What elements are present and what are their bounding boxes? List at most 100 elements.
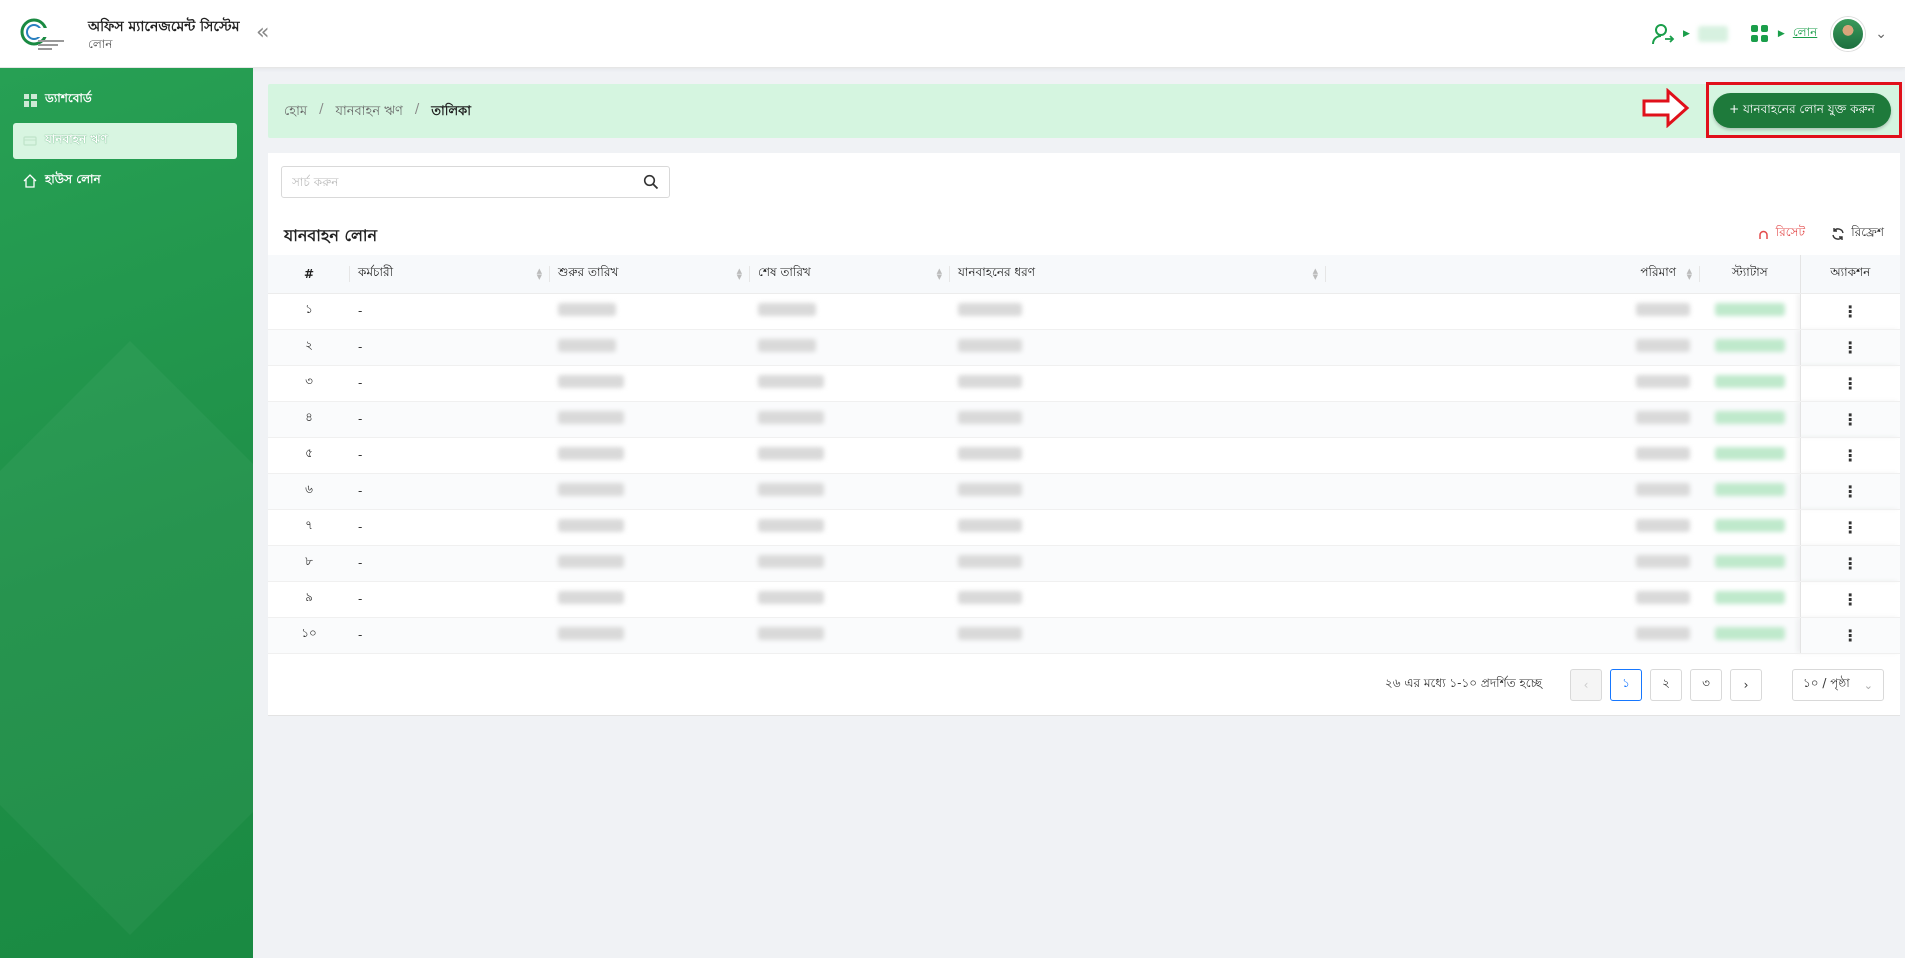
table-title: যানবাহন লোন [284,226,378,245]
row-index: ৭ [268,509,350,546]
row-amount-hidden [1326,581,1700,618]
row-employee: - [350,293,550,330]
next-page-button[interactable]: › [1730,669,1762,701]
column-header-label: পরিমাণ [1640,264,1676,279]
row-amount-hidden [1326,329,1700,366]
sidebar-item-label: ড্যাশবোর্ড [45,91,92,105]
pagination-summary: ২৬ এর মধ্যে ১-১০ প্রদর্শিত হচ্ছে [1384,676,1542,690]
sort-icon[interactable]: ▲ ▼ [937,268,942,281]
column-header-status: স্ট্যাটাস [1700,255,1800,294]
row-action: ⋮ [1799,329,1900,366]
row-index: ২ [268,329,350,366]
reset-icon [1758,230,1768,239]
annotation-arrow-icon [1642,88,1690,128]
caret-right-icon: ▶ [1777,29,1785,39]
row-action: ⋮ [1799,545,1900,582]
row-vehicle-type-hidden [950,581,1326,618]
row-end-date-hidden [750,617,950,654]
row-amount-hidden [1326,401,1700,438]
page-size-select[interactable]: ১০ / পৃষ্ঠা ⌄ [1792,669,1884,701]
row-end-date-hidden [750,545,950,582]
row-start-date-hidden [550,473,750,510]
sidebar-item-vehicle-loan[interactable]: যানবাহন ঋণ [13,123,237,159]
loan-module-link[interactable]: লোন [1793,24,1817,44]
more-actions-icon[interactable]: ⋮ [1842,554,1858,573]
chevron-down-icon[interactable]: ⌄ [1875,26,1887,42]
table-header-row: # কর্মচারী ▲ ▼ শুরুর তারিখ ▲ ▼ শেষ তারিখ ▲ ▼ য… [268,255,1900,294]
row-action: ⋮ [1799,293,1900,330]
app-subtitle: লোন [88,37,113,51]
more-actions-icon[interactable]: ⋮ [1842,338,1858,357]
logo [20,18,64,50]
row-status-hidden [1700,509,1800,546]
row-amount-hidden [1326,545,1700,582]
row-end-date-hidden [750,293,950,330]
column-header-label: কর্মচারী [358,264,394,279]
double-chevron-left-icon[interactable]: « [256,20,269,45]
sidebar: ড্যাশবোর্ড যানবাহন ঋণ হাউস লোন [0,68,253,958]
row-vehicle-type-hidden [950,401,1326,438]
refresh-button[interactable]: রিফ্রেশ [1831,224,1884,244]
more-actions-icon[interactable]: ⋮ [1842,626,1858,645]
sidebar-item-dashboard[interactable]: ড্যাশবোর্ড [13,82,237,118]
breadcrumb-home[interactable]: হোম [284,102,307,123]
sort-icon[interactable]: ▲ ▼ [1313,268,1318,281]
apps-grid-icon[interactable] [1750,24,1770,44]
column-header-end-date[interactable]: শেষ তারিখ ▲ ▼ [750,255,950,294]
row-amount-hidden [1326,437,1700,474]
column-header-vehicle-type[interactable]: যানবাহনের ধরণ ▲ ▼ [950,255,1326,294]
more-actions-icon[interactable]: ⋮ [1842,446,1858,465]
row-employee: - [350,365,550,402]
refresh-icon [1832,228,1844,240]
page-button-1[interactable]: ১ [1610,669,1642,701]
column-header-amount[interactable]: পরিমাণ ▲ ▼ [1326,255,1700,294]
row-vehicle-type-hidden [950,545,1326,582]
row-employee: - [350,473,550,510]
row-amount-hidden [1326,365,1700,402]
more-actions-icon[interactable]: ⋮ [1842,590,1858,609]
sidebar-item-label: হাউস লোন [45,172,101,186]
row-employee: - [350,329,550,366]
sort-icon[interactable]: ▲ ▼ [1687,268,1692,281]
add-vehicle-loan-button[interactable]: + যানবাহনের লোন যুক্ত করুন [1713,93,1891,128]
row-amount-hidden [1326,617,1700,654]
row-start-date-hidden [550,329,750,366]
column-header-employee[interactable]: কর্মচারী ▲ ▼ [350,255,550,294]
row-start-date-hidden [550,437,750,474]
row-end-date-hidden [750,365,950,402]
page-button-2[interactable]: ২ [1650,669,1682,701]
more-actions-icon[interactable]: ⋮ [1842,482,1858,501]
more-actions-icon[interactable]: ⋮ [1842,410,1858,429]
sort-icon[interactable]: ▲ ▼ [537,268,542,281]
user-switch-icon[interactable] [1651,22,1675,46]
reset-button[interactable]: রিসেট [1757,224,1805,244]
table-row: ১- ⋮ [268,293,1900,330]
more-actions-icon[interactable]: ⋮ [1842,302,1858,321]
more-actions-icon[interactable]: ⋮ [1842,374,1858,393]
breadcrumb: হোম / যানবাহন ঋণ / তালিকা [284,102,471,123]
table-row: ৪- ⋮ [268,401,1900,438]
sort-icon[interactable]: ▲ ▼ [737,268,742,281]
breadcrumb-vehicle-loan[interactable]: যানবাহন ঋণ [335,102,402,123]
dashboard-icon [23,93,37,107]
row-amount-hidden [1326,473,1700,510]
prev-page-button[interactable]: ‹ [1570,669,1602,701]
sidebar-item-house-loan[interactable]: হাউস লোন [13,163,237,199]
search-input[interactable] [282,167,622,197]
vehicle-loan-table: # কর্মচারী ▲ ▼ শুরুর তারিখ ▲ ▼ শেষ তারিখ ▲ ▼ য… [268,255,1900,654]
row-status-hidden [1700,293,1800,330]
row-index: ৩ [268,365,350,402]
row-start-date-hidden [550,365,750,402]
column-header-start-date[interactable]: শুরুর তারিখ ▲ ▼ [550,255,750,294]
column-header-label: শেষ তারিখ [758,264,811,279]
row-status-hidden [1700,545,1800,582]
avatar[interactable] [1831,17,1866,51]
more-actions-icon[interactable]: ⋮ [1842,518,1858,537]
search-icon[interactable] [643,174,659,190]
row-employee: - [350,581,550,618]
row-vehicle-type-hidden [950,365,1326,402]
column-header-label: শুরুর তারিখ [558,264,619,279]
table-row: ৫- ⋮ [268,437,1900,474]
row-employee: - [350,509,550,546]
page-button-3[interactable]: ৩ [1690,669,1722,701]
